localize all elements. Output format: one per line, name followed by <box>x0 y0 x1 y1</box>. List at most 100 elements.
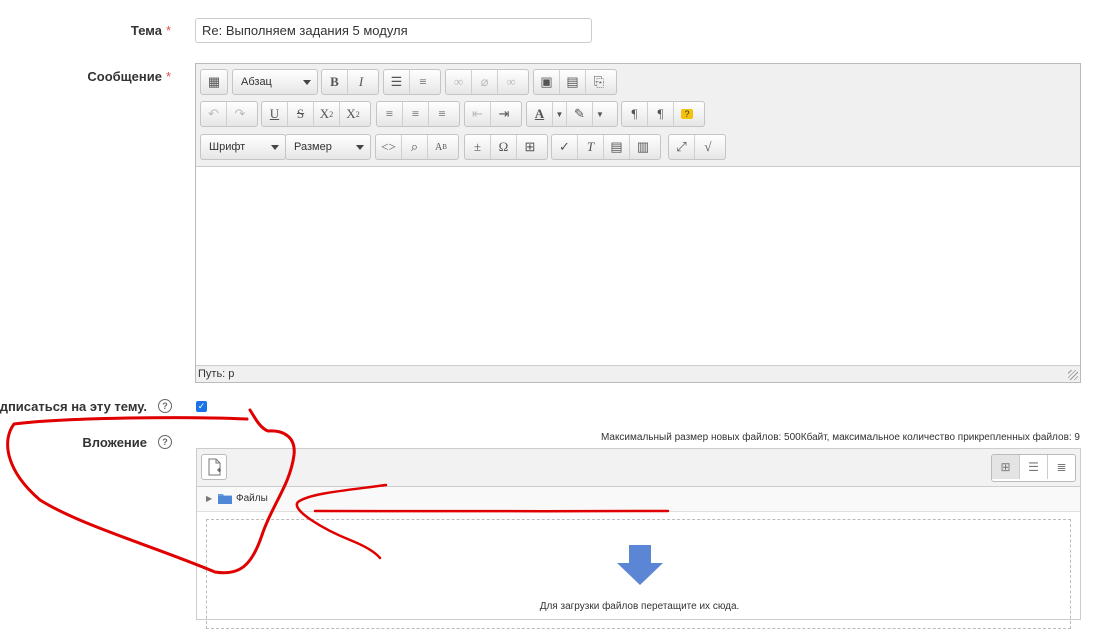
cleanup-group: ✓ T ▤ ▥ <box>551 134 661 160</box>
direction-group: ¶ ¶ ? <box>621 101 705 127</box>
insert-group: ± Ω ⊞ <box>464 134 548 160</box>
equation-icon[interactable]: √ <box>695 135 721 159</box>
horizontal-rule-icon[interactable]: ± <box>465 135 491 159</box>
search-icon[interactable]: ⌕ <box>402 135 428 159</box>
subscript-icon[interactable]: X2 <box>314 102 340 126</box>
redo-icon[interactable]: ↷ <box>227 102 253 126</box>
fullscreen-icon[interactable]: ⤢ <box>669 135 695 159</box>
unlink-icon[interactable]: ⌀ <box>472 70 498 94</box>
clear-format-icon[interactable]: T <box>578 135 604 159</box>
editor-content-area[interactable] <box>196 167 1080 365</box>
help-icon[interactable]: ? <box>674 102 700 126</box>
outdent-icon[interactable]: ⇤ <box>465 102 491 126</box>
bold-icon[interactable]: B <box>322 70 348 94</box>
message-label: Сообщение * <box>87 69 171 84</box>
undo-icon[interactable]: ↶ <box>201 102 227 126</box>
align-center-icon[interactable]: ≡ <box>403 102 429 126</box>
list-group: ☰ ≡ <box>383 69 441 95</box>
list-view-icon[interactable]: ☰ <box>1020 455 1048 479</box>
superscript-icon[interactable]: X2 <box>340 102 366 126</box>
subject-input[interactable]: Re: Выполняем задания 5 модуля <box>195 18 592 43</box>
font-select-value: Шрифт <box>209 141 246 153</box>
folder-label[interactable]: Файлы <box>236 493 268 504</box>
format-select[interactable]: Абзац <box>232 69 318 95</box>
media-group: ▣ ▤ ⎘ <box>533 69 617 95</box>
message-label-text: Сообщение <box>87 69 162 84</box>
view-switcher: ⊞ ☰ ≣ <box>991 454 1076 482</box>
chevron-down-icon <box>356 145 364 150</box>
rich-text-editor: ▦ Абзац B I ☰ ≡ ∞ ⌀ ∞ ▣ ▤ ⎘ ↶ ↷ U S X 2 … <box>195 63 1081 383</box>
link-group: ∞ ⌀ ∞ <box>445 69 529 95</box>
resize-handle-icon[interactable] <box>1068 370 1078 380</box>
align-right-icon[interactable]: ≡ <box>429 102 455 126</box>
editor-statusbar: Путь: p <box>196 365 1080 382</box>
bullet-list-icon[interactable]: ☰ <box>384 70 410 94</box>
view-group: ⤢ √ <box>668 134 726 160</box>
max-file-info: Максимальный размер новых файлов: 500Кба… <box>600 432 1080 443</box>
font-select[interactable]: Шрифт <box>200 134 286 160</box>
tools-group: <> ⌕ AB <box>375 134 459 160</box>
special-char-icon[interactable]: Ω <box>491 135 517 159</box>
subject-label: Тема * <box>131 23 171 38</box>
subscribe-label-text: Подписаться на эту тему. <box>0 399 147 414</box>
align-left-icon[interactable]: ≡ <box>377 102 403 126</box>
align-group: ≡ ≡ ≡ <box>376 101 460 127</box>
drop-zone-message: Для загрузки файлов перетащите их сюда. <box>539 601 740 612</box>
folder-icon <box>218 494 232 504</box>
add-file-button[interactable] <box>201 454 227 480</box>
file-manager-path: ▶ Файлы <box>197 487 1080 512</box>
attachment-label-text: Вложение <box>82 435 147 450</box>
link-icon[interactable]: ∞ <box>446 70 472 94</box>
toolbar-toggle-group: ▦ <box>200 69 228 95</box>
help-icon[interactable]: ? <box>158 399 172 413</box>
help-icon[interactable]: ? <box>158 435 172 449</box>
paste-text-icon[interactable]: ▤ <box>604 135 630 159</box>
media-icon[interactable]: ▤ <box>560 70 586 94</box>
tree-view-icon[interactable]: ≣ <box>1048 455 1075 479</box>
rtl-icon[interactable]: ¶ <box>648 102 674 126</box>
strikethrough-icon[interactable]: S <box>288 102 314 126</box>
icon-view-icon[interactable]: ⊞ <box>992 455 1020 479</box>
expand-arrow-icon[interactable]: ▶ <box>206 494 212 503</box>
toolbar-toggle-icon[interactable]: ▦ <box>201 70 227 94</box>
indent-icon[interactable]: ⇥ <box>491 102 517 126</box>
underline-icon[interactable]: U <box>262 102 288 126</box>
size-select-value: Размер <box>294 141 332 153</box>
replace-icon[interactable]: AB <box>428 135 454 159</box>
anchor-icon[interactable]: ∞ <box>498 70 524 94</box>
text-style-group: B I <box>321 69 379 95</box>
chevron-down-icon[interactable]: ▼ <box>593 102 607 126</box>
editor-toolbar: ▦ Абзац B I ☰ ≡ ∞ ⌀ ∞ ▣ ▤ ⎘ ↶ ↷ U S X 2 … <box>196 64 1080 167</box>
download-arrow-icon <box>617 545 663 585</box>
file-manager: ⊞ ☰ ≣ ▶ Файлы Для загрузки файлов перета… <box>196 448 1081 629</box>
highlight-color-icon[interactable]: ✎ <box>567 102 593 126</box>
clean-icon[interactable]: ✓ <box>552 135 578 159</box>
ltr-icon[interactable]: ¶ <box>622 102 648 126</box>
drop-zone[interactable]: Для загрузки файлов перетащите их сюда. <box>206 519 1071 629</box>
code-icon[interactable]: <> <box>376 135 402 159</box>
required-icon: * <box>165 69 171 84</box>
chevron-down-icon <box>271 145 279 150</box>
chevron-down-icon <box>303 80 311 85</box>
image-icon[interactable]: ▣ <box>534 70 560 94</box>
add-file-icon <box>208 458 221 476</box>
file-manager-toolbar: ⊞ ☰ ≣ <box>197 449 1080 487</box>
italic-icon[interactable]: I <box>348 70 374 94</box>
subject-label-text: Тема <box>130 23 162 38</box>
attachment-label: Вложение <box>82 435 147 450</box>
numbered-list-icon[interactable]: ≡ <box>410 70 436 94</box>
subscribe-label: Подписаться на эту тему. <box>0 399 147 414</box>
paste-word-icon[interactable]: ▥ <box>630 135 656 159</box>
color-group: A ▼ ✎ ▼ <box>526 101 618 127</box>
chevron-down-icon[interactable]: ▼ <box>553 102 567 126</box>
status-path: Путь: p <box>198 368 235 380</box>
history-group: ↶ ↷ <box>200 101 258 127</box>
subscribe-checkbox[interactable]: ✓ <box>196 401 207 412</box>
required-icon: * <box>165 23 171 38</box>
size-select[interactable]: Размер <box>285 134 371 160</box>
format-select-value: Абзац <box>241 76 272 88</box>
table-icon[interactable]: ⊞ <box>517 135 543 159</box>
text-color-icon[interactable]: A <box>527 102 553 126</box>
indent-group: ⇤ ⇥ <box>464 101 522 127</box>
manage-files-icon[interactable]: ⎘ <box>586 70 612 94</box>
